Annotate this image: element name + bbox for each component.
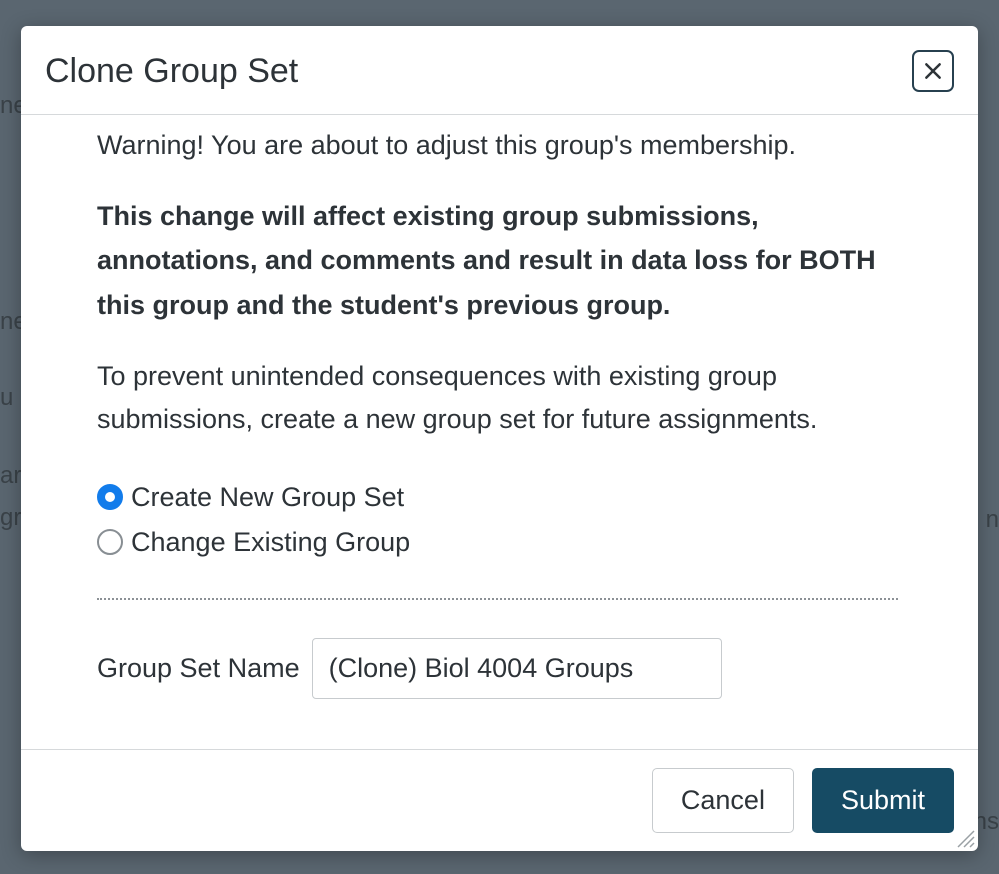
warning-advice: To prevent unintended consequences with …	[97, 355, 898, 441]
group-set-name-input[interactable]	[312, 638, 722, 699]
clone-group-set-modal: Clone Group Set Warning! You are about t…	[21, 26, 978, 851]
group-set-name-row: Group Set Name	[97, 638, 898, 699]
radio-icon-unselected	[97, 529, 123, 555]
submit-button[interactable]: Submit	[812, 768, 954, 833]
section-divider	[97, 598, 898, 600]
bg-text: gr	[0, 504, 21, 532]
modal-body: Warning! You are about to adjust this gr…	[21, 115, 978, 749]
close-button[interactable]	[912, 50, 954, 92]
group-set-name-label: Group Set Name	[97, 653, 300, 684]
modal-header: Clone Group Set	[21, 26, 978, 115]
cancel-button[interactable]: Cancel	[652, 768, 794, 833]
radio-change-existing[interactable]: Change Existing Group	[97, 527, 898, 558]
radio-label: Change Existing Group	[131, 527, 410, 558]
action-radio-group: Create New Group Set Change Existing Gro…	[97, 482, 898, 558]
bg-text: u	[0, 384, 13, 412]
resize-grip-icon	[954, 827, 976, 849]
bg-text: n	[986, 506, 999, 534]
radio-create-new[interactable]: Create New Group Set	[97, 482, 898, 513]
modal-footer: Cancel Submit	[21, 749, 978, 851]
warning-bold: This change will affect existing group s…	[97, 194, 898, 328]
close-icon	[923, 61, 943, 81]
radio-label: Create New Group Set	[131, 482, 404, 513]
modal-title: Clone Group Set	[45, 52, 298, 91]
warning-intro: Warning! You are about to adjust this gr…	[97, 125, 898, 166]
radio-icon-selected	[97, 484, 123, 510]
